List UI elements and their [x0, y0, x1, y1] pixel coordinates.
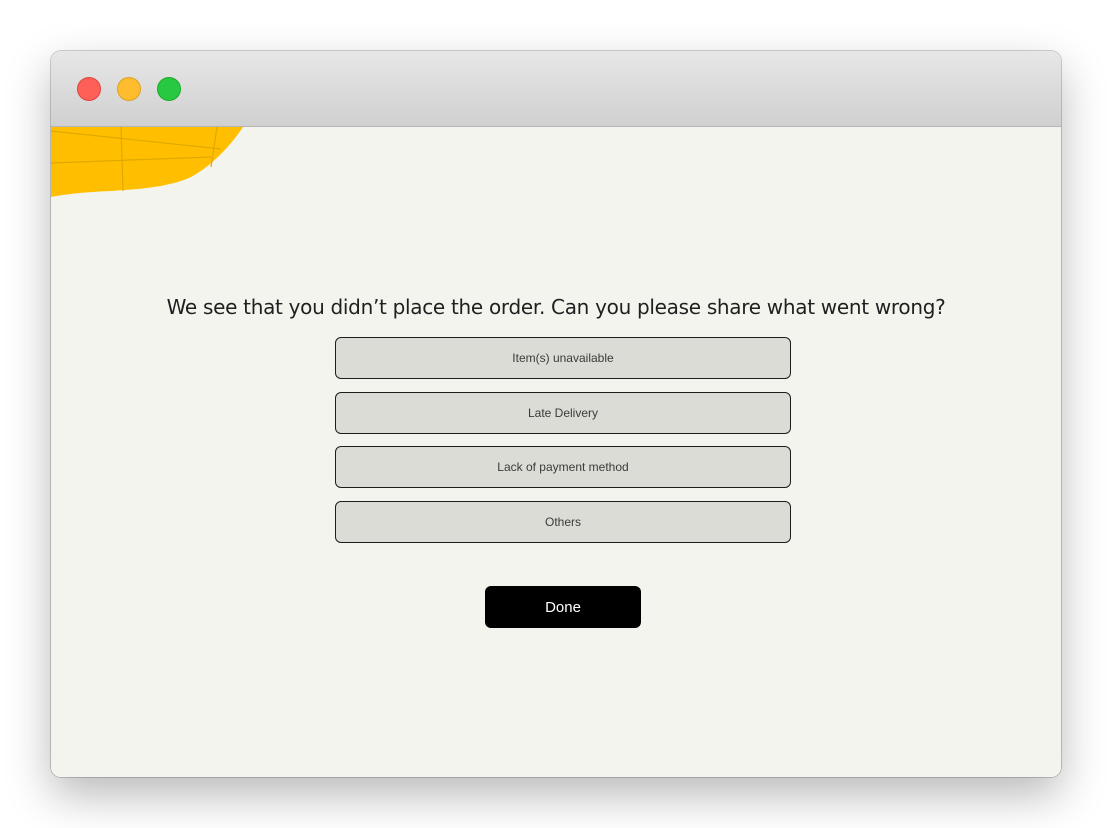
app-window: We see that you didn’t place the order. …	[51, 51, 1061, 777]
close-window-button[interactable]	[77, 77, 101, 101]
survey-question: We see that you didn’t place the order. …	[166, 295, 946, 319]
title-bar	[51, 51, 1061, 127]
minimize-window-button[interactable]	[117, 77, 141, 101]
reason-options-list: Item(s) unavailable Late Delivery Lack o…	[335, 337, 791, 555]
option-late-delivery[interactable]: Late Delivery	[335, 391, 791, 434]
main-content: We see that you didn’t place the order. …	[51, 127, 1061, 777]
option-lack-of-payment-method[interactable]: Lack of payment method	[335, 446, 791, 488]
option-others[interactable]: Others	[335, 500, 791, 543]
yellow-decoration-shape	[51, 127, 243, 197]
option-items-unavailable[interactable]: Item(s) unavailable	[335, 337, 791, 379]
zoom-window-button[interactable]	[157, 77, 181, 101]
done-button[interactable]: Done	[485, 586, 641, 628]
